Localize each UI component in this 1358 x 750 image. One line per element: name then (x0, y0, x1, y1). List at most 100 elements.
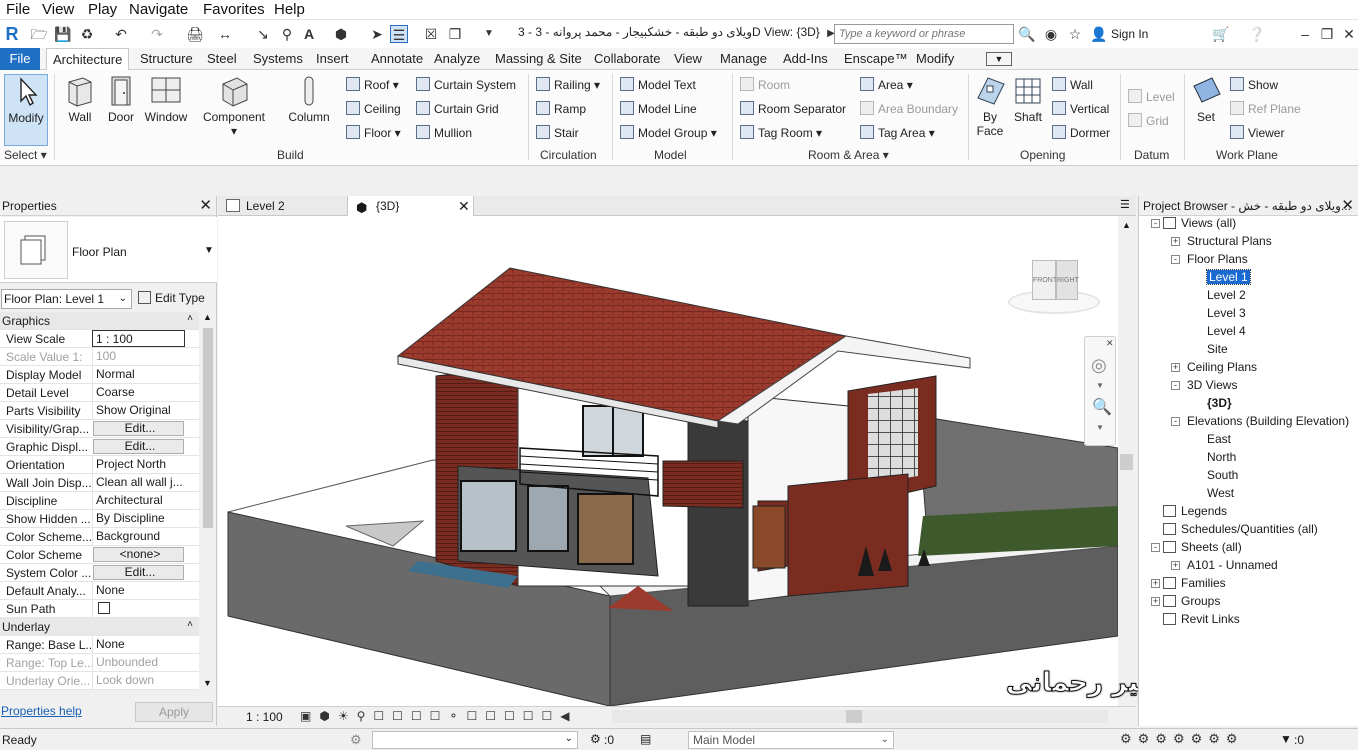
sign-in-link[interactable]: Sign In (1111, 27, 1148, 41)
stair-button[interactable]: Stair (536, 124, 579, 142)
floor-button[interactable]: Floor ▾ (346, 124, 401, 142)
viewer-button[interactable]: Viewer (1230, 124, 1284, 142)
property-value[interactable]: Project North (92, 456, 199, 474)
tab-enscape[interactable]: Enscape™ (838, 48, 914, 70)
subscription-icon[interactable]: ◉ (1042, 25, 1060, 43)
tab-annotate[interactable]: Annotate (365, 48, 429, 70)
binoculars-icon[interactable]: 🔍 (1018, 25, 1036, 43)
3d-view-icon[interactable]: ⬢ (332, 25, 350, 43)
menu-favorites[interactable]: Favorites (203, 1, 265, 18)
expand-toggle-icon[interactable]: + (1151, 597, 1160, 606)
expand-toggle-icon[interactable]: + (1171, 363, 1180, 372)
close-icon[interactable]: ✕ (1106, 338, 1114, 349)
revit-logo-icon[interactable]: R (3, 25, 21, 43)
property-value[interactable]: None (92, 636, 199, 654)
undo-icon[interactable]: ↶ (112, 25, 130, 43)
mullion-button[interactable]: Mullion (416, 124, 472, 142)
close-icon[interactable]: ✕ (1341, 196, 1354, 215)
set-work-plane-button[interactable]: Set (1190, 74, 1222, 124)
minimize-icon[interactable]: – (1296, 25, 1314, 43)
tab-structure[interactable]: Structure (134, 48, 199, 70)
vertical-opening-button[interactable]: Vertical (1052, 100, 1109, 118)
scroll-up-icon[interactable]: ▲ (1122, 220, 1131, 230)
property-edit-button[interactable]: Edit... (93, 421, 184, 436)
viewcube[interactable]: FRONT RIGHT (1008, 256, 1104, 316)
expand-toggle-icon[interactable]: + (1171, 237, 1180, 246)
3d-view-canvas[interactable]: FRONT RIGHT ✕ ◎ ▼ 🔍 ▼ (218, 216, 1118, 706)
close-hidden-icon[interactable]: ☒ (422, 25, 440, 43)
ramp-button[interactable]: Ramp (536, 100, 586, 118)
property-group-header[interactable]: Underlay ˄ (0, 618, 199, 636)
collapse-icon[interactable]: ˄ (187, 619, 193, 630)
browser-tree-item[interactable]: Legends (1163, 502, 1227, 520)
browser-tree-item[interactable]: Families (1163, 574, 1226, 592)
scroll-down-icon[interactable]: ▼ (203, 678, 212, 688)
browser-tree-item[interactable]: Structural Plans (1187, 232, 1272, 250)
view-scale-control[interactable]: 1 : 100 (246, 710, 283, 724)
property-checkbox[interactable] (92, 600, 199, 618)
design-option-select[interactable]: Main Model ⌄ (688, 731, 894, 749)
property-value[interactable]: Coarse (92, 384, 199, 402)
room-separator-button[interactable]: Room Separator (740, 100, 846, 118)
shaft-button[interactable]: Shaft (1010, 74, 1046, 124)
browser-tree-item[interactable]: Level 3 (1207, 304, 1246, 322)
tab-view[interactable]: View (668, 48, 708, 70)
room-button[interactable]: Room (740, 76, 790, 94)
menu-help[interactable]: Help (274, 1, 305, 18)
browser-tree-item[interactable]: West (1207, 484, 1234, 502)
browser-tree-item[interactable]: {3D} (1207, 394, 1232, 412)
close-icon[interactable]: ✕ (199, 196, 212, 216)
property-value[interactable]: Show Original (92, 402, 199, 420)
viewcube-right-face[interactable]: RIGHT (1056, 260, 1079, 300)
customize-qat-icon[interactable]: ▼ (480, 25, 498, 43)
ceiling-button[interactable]: Ceiling (346, 100, 401, 118)
view-control-icons[interactable]: ▣⬢☀⚲☐☐☐☐⚬☐☐☐☐☐◀ (300, 709, 577, 723)
tag-area-button[interactable]: Tag Area ▾ (860, 124, 935, 142)
property-edit-button[interactable]: Edit... (93, 439, 184, 454)
ribbon-toggle-icon[interactable]: ▼ (986, 52, 1012, 66)
property-value[interactable]: Clean all wall j... (92, 474, 199, 492)
ref-plane-button[interactable]: Ref Plane (1230, 100, 1301, 118)
worksets-icon[interactable]: ⚙ (350, 732, 362, 748)
help-icon[interactable]: ❔ (1248, 25, 1266, 43)
tag-room-button[interactable]: Tag Room ▾ (740, 124, 822, 142)
tab-architecture[interactable]: Architecture (46, 48, 130, 70)
tab-add-ins[interactable]: Add-Ins (777, 48, 834, 70)
room-area-panel-label[interactable]: Room & Area ▾ (808, 148, 889, 162)
tag-icon[interactable]: ⚲ (278, 25, 296, 43)
property-edit-button[interactable]: Edit... (93, 565, 184, 580)
menu-view[interactable]: View (42, 1, 74, 18)
tab-3d-view[interactable]: ⬢ {3D} ✕ (348, 196, 474, 216)
close-window-icon[interactable]: ✕ (1340, 25, 1358, 43)
property-value[interactable]: Background (92, 528, 199, 546)
zoom-icon[interactable]: 🔍 (1092, 397, 1112, 417)
railing-button[interactable]: Railing ▾ (536, 76, 600, 94)
property-value[interactable]: Architectural (92, 492, 199, 510)
menu-navigate[interactable]: Navigate (129, 1, 188, 18)
curtain-system-button[interactable]: Curtain System (416, 76, 516, 94)
scrollbar-thumb[interactable] (1120, 454, 1133, 470)
selection-toggle-icons[interactable]: ⚙⚙⚙⚙⚙⚙⚙ (1120, 731, 1244, 747)
tab-manage[interactable]: Manage (714, 48, 773, 70)
help-search-input[interactable] (834, 24, 1014, 44)
favorites-star-icon[interactable]: ☆ (1066, 25, 1084, 43)
properties-help-link[interactable]: Properties help (1, 704, 82, 718)
tab-systems[interactable]: Systems (247, 48, 309, 70)
instance-filter-select[interactable]: Floor Plan: Level 1 ⌄ (1, 289, 132, 309)
modify-button[interactable]: Modify (4, 74, 48, 146)
model-group-button[interactable]: Model Group ▾ (620, 124, 717, 142)
expand-toggle-icon[interactable]: + (1171, 561, 1180, 570)
area-button[interactable]: Area ▾ (860, 76, 913, 94)
workset-select[interactable]: ⌄ (372, 731, 578, 749)
close-tab-icon[interactable]: ✕ (458, 196, 470, 216)
door-button[interactable]: Door (104, 74, 138, 124)
area-boundary-button[interactable]: Area Boundary (860, 100, 958, 118)
browser-tree-item[interactable]: East (1207, 430, 1231, 448)
chevron-down-icon[interactable]: ▼ (1096, 381, 1104, 390)
tab-insert[interactable]: Insert (310, 48, 355, 70)
property-value[interactable]: By Discipline (92, 510, 199, 528)
sync-icon[interactable]: ♻ (78, 25, 96, 43)
window-button[interactable]: Window (142, 74, 190, 124)
wall-opening-button[interactable]: Wall (1052, 76, 1093, 94)
design-options-icon[interactable]: ▤ (640, 732, 651, 746)
